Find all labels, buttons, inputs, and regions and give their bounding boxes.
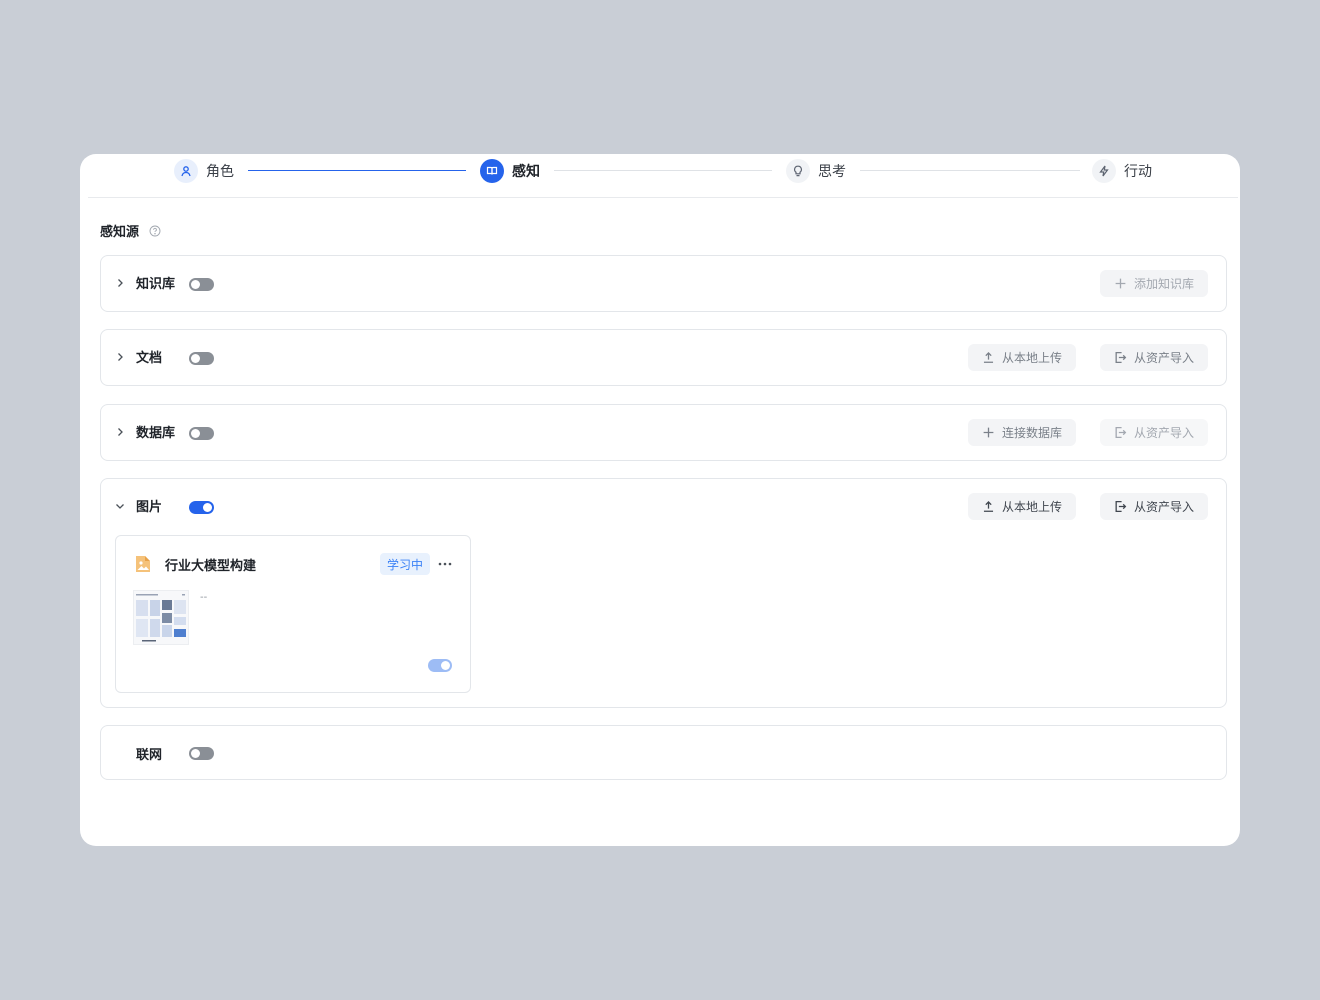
document-toggle[interactable] [189,352,214,365]
image-toggle[interactable] [189,501,214,514]
image-card: 图片 从本地上传 从资产导入 行业大模型构建 学习中 -- [100,478,1227,708]
document-import-button[interactable]: 从资产导入 [1100,344,1209,371]
database-header[interactable]: 数据库 连接数据库 从资产导入 [101,405,1226,461]
agent-config-panel: 角色 感知 思考 行动 感知源 知识库 添加知识库 文档 从本地上传 从资产导入… [80,154,1240,846]
document-upload-button[interactable]: 从本地上传 [968,344,1077,371]
database-import-label: 从资产导入 [1134,426,1195,440]
image-upload-label: 从本地上传 [1002,500,1063,514]
database-import-button[interactable]: 从资产导入 [1100,419,1209,446]
knowledge-base-card: 知识库 添加知识库 [100,255,1227,312]
image-label: 图片 [136,500,163,515]
chevron-right-icon[interactable] [115,352,125,362]
web-card: 联网 [100,725,1227,780]
thumbnail-preview [136,594,186,642]
step-perception[interactable]: 感知 [480,159,540,183]
plus-icon [1115,278,1126,289]
step-action[interactable]: 行动 [1092,159,1152,183]
image-item-description: -- [200,592,208,603]
perception-source-heading: 感知源 [100,221,161,240]
knowledge-base-toggle[interactable] [189,278,214,291]
step-label-action: 行动 [1124,164,1152,180]
connect-database-label: 连接数据库 [1002,426,1063,440]
web-header: 联网 [101,726,1226,782]
document-label: 文档 [136,351,163,366]
image-import-label: 从资产导入 [1134,500,1195,514]
upload-icon [983,501,994,512]
step-label-role: 角色 [206,164,234,180]
import-icon [1115,500,1127,513]
image-thumbnail[interactable] [133,590,189,645]
database-label: 数据库 [136,426,176,441]
step-role[interactable]: 角色 [174,159,234,183]
image-item-title: 行业大模型构建 [165,559,257,574]
book-icon [480,159,504,183]
step-label-thinking: 思考 [818,164,846,180]
upload-icon [983,352,994,363]
knowledge-base-header[interactable]: 知识库 添加知识库 [101,256,1226,312]
database-toggle[interactable] [189,427,214,440]
status-badge: 学习中 [380,553,431,575]
plus-icon [983,427,994,438]
chevron-right-icon[interactable] [115,278,125,288]
image-item-toggle[interactable] [428,659,452,672]
web-toggle[interactable] [189,747,214,760]
connect-database-button[interactable]: 连接数据库 [968,419,1077,446]
knowledge-base-label: 知识库 [136,277,176,292]
document-header[interactable]: 文档 从本地上传 从资产导入 [101,330,1226,386]
add-knowledge-base-label: 添加知识库 [1134,277,1195,291]
section-title: 感知源 [100,225,140,240]
backdrop: 角色 感知 思考 行动 感知源 知识库 添加知识库 文档 从本地上传 从资产导入… [0,0,1320,1000]
lightbulb-icon [786,159,810,183]
image-import-button[interactable]: 从资产导入 [1100,493,1209,520]
database-card: 数据库 连接数据库 从资产导入 [100,404,1227,461]
document-import-label: 从资产导入 [1134,351,1195,365]
chevron-down-icon[interactable] [115,501,125,511]
chevron-right-icon[interactable] [115,427,125,437]
help-icon[interactable] [149,225,161,237]
stepper: 角色 感知 思考 行动 [88,154,1238,198]
import-icon [1115,351,1127,364]
document-card: 文档 从本地上传 从资产导入 [100,329,1227,386]
step-connector [554,170,772,171]
web-label: 联网 [136,748,163,763]
lightning-icon [1092,159,1116,183]
step-connector [248,170,466,171]
image-header[interactable]: 图片 从本地上传 从资产导入 [101,479,1226,535]
document-upload-label: 从本地上传 [1002,351,1063,365]
import-icon [1115,426,1127,439]
image-file-icon [136,556,150,572]
add-knowledge-base-button[interactable]: 添加知识库 [1100,270,1209,297]
more-icon[interactable] [438,562,452,566]
step-thinking[interactable]: 思考 [786,159,846,183]
step-connector [860,170,1080,171]
image-upload-button[interactable]: 从本地上传 [968,493,1077,520]
image-item-card[interactable]: 行业大模型构建 学习中 -- [115,535,471,693]
user-icon [174,159,198,183]
step-label-perception: 感知 [512,164,540,180]
